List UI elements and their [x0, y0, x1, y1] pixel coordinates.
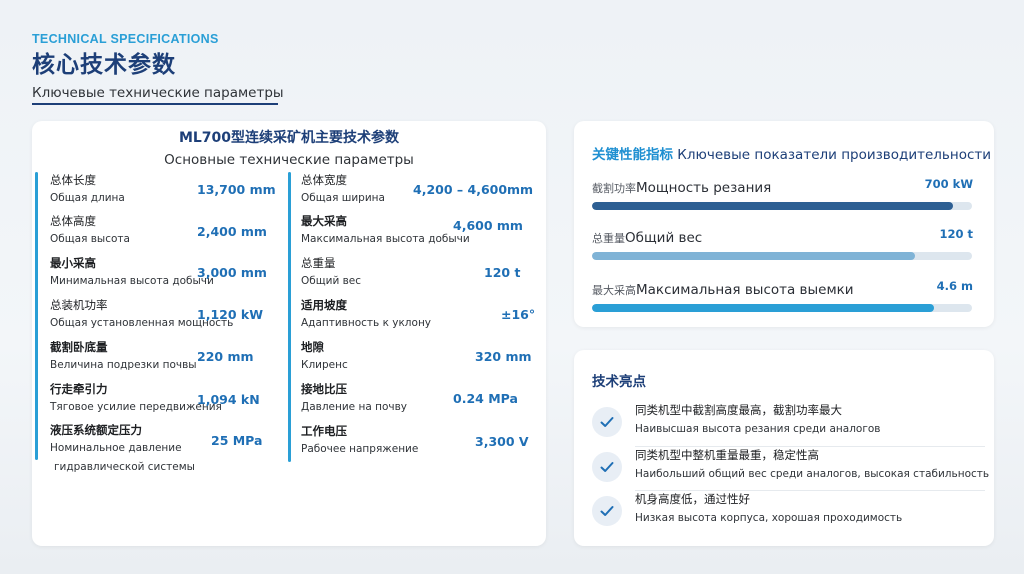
spec-value: ±16° [501, 307, 536, 322]
spec-label-ru: Клиренс [301, 359, 348, 371]
highlight-text-ru: Наивысшая высота резания среди аналогов [635, 423, 881, 435]
page-subtitle: Ключевые технические параметры [32, 85, 284, 101]
section-eyebrow: TECHNICAL SPECIFICATIONS [32, 32, 219, 46]
metric-value: 4.6 m [936, 279, 973, 293]
spec-label-ru: Рабочее напряжение [301, 443, 419, 455]
spec-card-subtitle: Основные технические параметры [164, 152, 414, 168]
spec-label-cn: 工作电压 [301, 424, 347, 438]
highlights-title: 技术亮点 [592, 374, 646, 390]
spec-label-cn: 总体宽度 [301, 173, 347, 187]
metric-bar-track [592, 304, 972, 312]
spec-label-cn: 地隙 [301, 340, 324, 354]
spec-label-cn: 总体长度 [50, 173, 96, 187]
spec-label-cn: 接地比压 [301, 382, 347, 396]
spec-label-ru: Минимальная высота добычи [50, 275, 214, 287]
spec-value: 320 mm [475, 349, 532, 364]
spec-label-cn: 适用坡度 [301, 298, 347, 312]
performance-title-cn: 关键性能指标 [592, 147, 673, 163]
spec-value: 120 t [484, 265, 521, 280]
spec-label-ru: Величина подрезки почвы [50, 359, 197, 371]
spec-value: 4,600 mm [453, 218, 523, 233]
metric-value: 700 kW [924, 177, 973, 191]
metric-value: 120 t [939, 227, 973, 241]
page-header: TECHNICAL SPECIFICATIONS 核心技术参数 Ключевые… [32, 32, 284, 105]
spec-label-ru-line2: гидравлической системы [54, 461, 195, 473]
metric-label: 总重量Общий вес [592, 230, 703, 246]
spec-label-cn: 最大采高 [301, 214, 347, 228]
spec-label-ru: Номинальное давление [50, 442, 182, 454]
metric-bar-fill [592, 304, 934, 312]
spec-label-ru: Общая высота [50, 233, 130, 245]
highlight-text-ru: Низкая высота корпуса, хорошая проходимо… [635, 512, 903, 524]
metric-bar-fill [592, 252, 915, 260]
spec-value: 3,000 mm [197, 265, 267, 280]
spec-value: 25 MPa [211, 433, 263, 448]
spec-value: 2,400 mm [197, 224, 267, 239]
check-icon [592, 496, 622, 526]
spec-label-cn: 截割卧底量 [50, 340, 108, 354]
spec-card: ML700型连续采矿机主要技术参数 Основные технические п… [32, 121, 546, 546]
spec-label-cn: 液压系统额定压力 [50, 423, 142, 437]
spec-value: 220 mm [197, 349, 254, 364]
spec-label-ru: Общая ширина [301, 192, 385, 204]
spec-card-title: ML700型连续采矿机主要技术参数 [178, 130, 400, 146]
spec-label-cn: 总装机功率 [50, 298, 108, 312]
performance-title: 关键性能指标 Ключевые показатели производитель… [592, 143, 991, 163]
spec-value: 0.24 MPa [453, 391, 518, 406]
performance-card: 关键性能指标 Ключевые показатели производитель… [574, 121, 994, 327]
left-column-accent-bar [35, 172, 38, 460]
spec-label-ru: Давление на почву [301, 401, 408, 413]
highlight-text-cn: 同类机型中整机重量最重，稳定性高 [635, 448, 819, 462]
spec-label-ru: Адаптивность к уклону [301, 317, 432, 329]
spec-value: 1,120 kW [197, 307, 263, 322]
spec-label-ru: Общая длина [50, 192, 125, 204]
spec-label-cn: 总体高度 [50, 214, 96, 228]
spec-label-cn: 最小采高 [50, 256, 96, 270]
highlights-card: 技术亮点 同类机型中截割高度最高，截割功率最大 Наивысшая высота… [574, 350, 994, 546]
check-icon [592, 452, 622, 482]
highlight-text-cn: 机身高度低，通过性好 [635, 492, 750, 506]
metric-bar-fill [592, 202, 953, 210]
spec-value: 1,094 kN [197, 392, 260, 407]
spec-label-ru: Максимальная высота добычи [301, 233, 470, 245]
spec-label-cn: 行走牵引力 [50, 382, 108, 396]
spec-label-ru: Общий вес [301, 275, 362, 287]
page-title: 核心技术参数 [32, 52, 176, 78]
spec-value: 4,200 – 4,600mm [413, 182, 534, 197]
metric-bar-track [592, 202, 972, 210]
metric-label: 最大采高Максимальная высота выемки [592, 282, 854, 298]
title-underline [32, 103, 278, 105]
performance-title-ru: Ключевые показатели производительности [677, 147, 992, 163]
check-icon [592, 407, 622, 437]
spec-value: 3,300 V [475, 434, 529, 449]
metric-bar-track [592, 252, 972, 260]
metric-label: 截割功率Мощность резания [592, 180, 772, 196]
spec-value: 13,700 mm [197, 182, 276, 197]
highlight-text-cn: 同类机型中截割高度最高，截割功率最大 [635, 403, 842, 417]
right-column-accent-bar [288, 172, 291, 462]
highlight-text-ru: Наибольший общий вес среди аналогов, выс… [635, 468, 990, 480]
spec-label-cn: 总重量 [301, 256, 336, 270]
